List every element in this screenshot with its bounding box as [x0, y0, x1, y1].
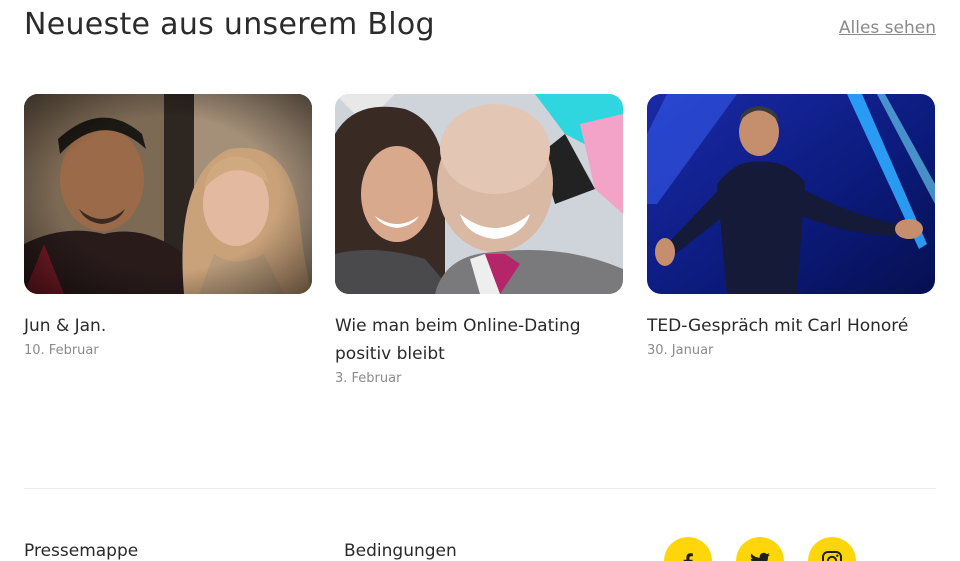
facebook-button[interactable]	[664, 537, 712, 561]
blog-card-title[interactable]: Jun & Jan.	[24, 312, 312, 340]
blog-cards: Jun & Jan. 10. Februar Wie man beim Onli…	[24, 94, 936, 414]
blog-card-date: 10. Februar	[24, 343, 99, 358]
facebook-icon	[683, 553, 693, 561]
blog-card-image[interactable]	[647, 94, 935, 294]
blog-card-date: 3. Februar	[335, 371, 402, 386]
instagram-button[interactable]	[808, 537, 856, 561]
instagram-icon	[822, 551, 842, 561]
terms-link[interactable]: Bedingungen	[344, 540, 457, 561]
press-kit-link[interactable]: Pressemappe	[24, 540, 138, 561]
blog-card-image[interactable]	[24, 94, 312, 294]
twitter-icon	[750, 552, 770, 561]
section-title: Neueste aus unserem Blog	[24, 7, 435, 42]
twitter-button[interactable]	[736, 537, 784, 561]
blog-card-title[interactable]: Wie man beim Online-Dating positiv bleib…	[335, 312, 623, 368]
blog-section: Neueste aus unserem Blog Alles sehen Jun…	[0, 0, 960, 561]
selfie-couple-photo	[24, 94, 312, 294]
blog-card[interactable]: Wie man beim Online-Dating positiv bleib…	[335, 94, 623, 386]
see-all-link[interactable]: Alles sehen	[839, 17, 936, 39]
blog-card[interactable]: TED-Gespräch mit Carl Honoré 30. Januar	[647, 94, 935, 358]
blog-card-image[interactable]	[335, 94, 623, 294]
speaker-on-stage-photo	[647, 94, 935, 294]
smiling-couple-photo	[335, 94, 623, 294]
blog-card-title[interactable]: TED-Gespräch mit Carl Honoré	[647, 312, 935, 340]
blog-card-date: 30. Januar	[647, 343, 714, 358]
blog-card[interactable]: Jun & Jan. 10. Februar	[24, 94, 312, 358]
footer-divider	[24, 488, 936, 489]
